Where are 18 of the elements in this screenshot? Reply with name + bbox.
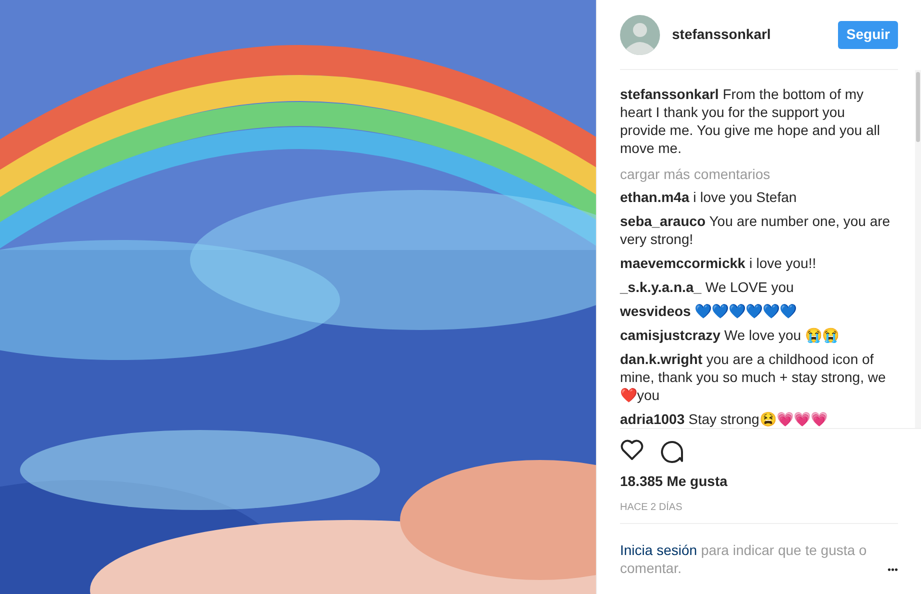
comment-icon[interactable] [660,439,684,463]
username[interactable]: stefanssonkarl [672,24,771,45]
comment-text: maevemccormickk i love you!! [620,254,818,272]
comment-text: ethan.m4a i love you Stefan [620,188,798,206]
scrollbar[interactable] [915,70,921,428]
comment-text: dan.k.wright you are a childhood icon of mine, thank you so much + stay strong, we ❤you [620,350,887,404]
login-prompt: Inicia sesión para indicar que te gusta o comentar. [620,541,868,577]
comment-text: adria1003 Stay strong😫💗💗💗 [620,410,828,428]
comment-text: _s.k.y.a.n.a_ We LOVE you [620,278,795,296]
comment-text: seba_arauco You are number one, you are very strong! [620,212,892,248]
post-time: HACE 2 DÍAS [620,500,684,515]
more-button[interactable]: ••• [887,563,898,578]
comment-text: wesvideos 💙💙💙💙💙💙 [620,302,798,320]
login-link[interactable]: Inicia sesión [620,542,698,558]
likes-count: 18.385 Me gusta [620,472,728,491]
comment-text: camisjustcrazy We love you 😭😭 [620,326,840,344]
heart-icon[interactable] [620,439,644,461]
caption-text: stefanssonkarl From the bottom of my heart I thank you for the support you provide me. You give me hope and you all move me. [620,85,881,157]
